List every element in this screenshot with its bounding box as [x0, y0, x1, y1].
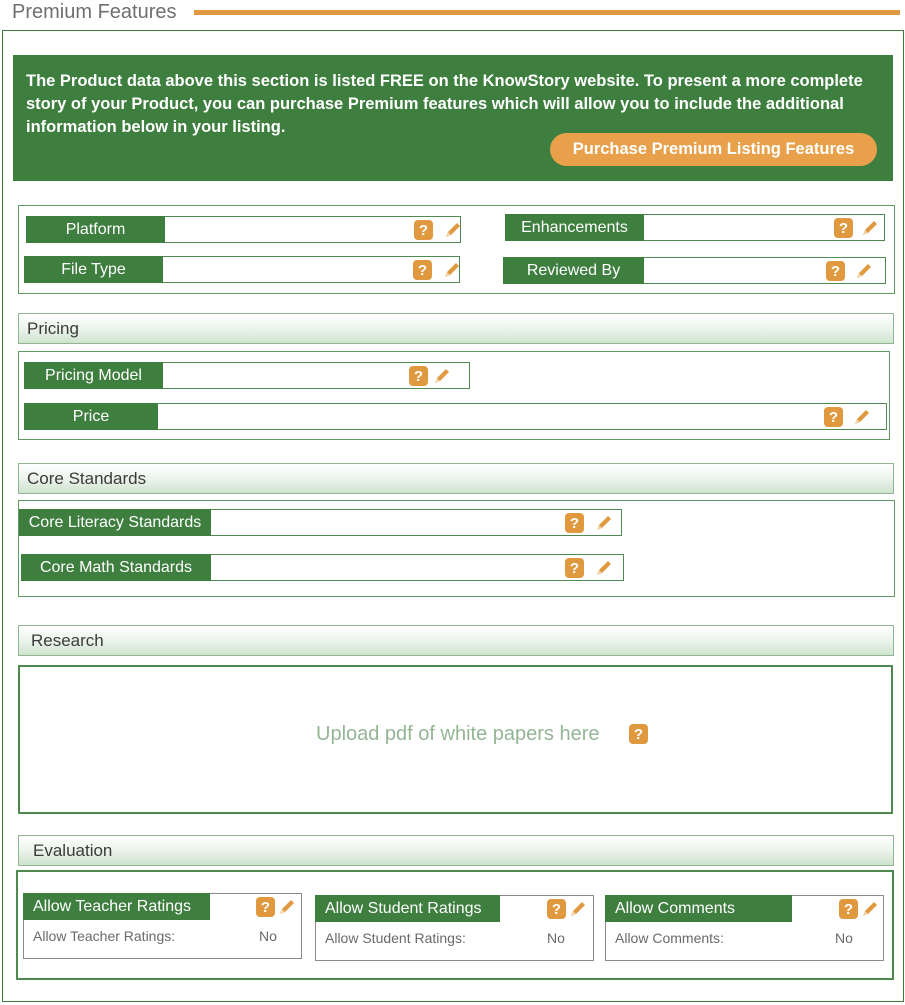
- reviewed-by-label: Reviewed By: [503, 257, 644, 284]
- premium-banner: The Product data above this section is l…: [13, 55, 893, 181]
- question-mark-icon[interactable]: ?: [834, 218, 853, 238]
- question-mark-icon[interactable]: ?: [547, 899, 566, 919]
- allow-teacher-ratings-value: No: [259, 928, 277, 944]
- pencil-icon[interactable]: [860, 218, 880, 238]
- question-mark-icon[interactable]: ?: [839, 899, 858, 919]
- core-math-standards-field[interactable]: Core Math Standards ?: [21, 554, 624, 581]
- allow-student-ratings-card: Allow Student Ratings ? Allow Student Ra…: [315, 895, 594, 961]
- pencil-icon[interactable]: [594, 558, 614, 578]
- banner-text: The Product data above this section is l…: [26, 72, 863, 136]
- core-math-standards-label: Core Math Standards: [21, 554, 211, 581]
- question-mark-icon[interactable]: ?: [413, 260, 432, 280]
- reviewed-by-field[interactable]: Reviewed By ?: [503, 257, 886, 284]
- allow-comments-label: Allow Comments: [605, 895, 792, 922]
- title-rule: [194, 10, 900, 15]
- research-section-header: Research: [18, 625, 894, 656]
- white-papers-upload-area[interactable]: Upload pdf of white papers here ?: [18, 665, 893, 814]
- question-mark-icon[interactable]: ?: [629, 724, 648, 744]
- allow-comments-key: Allow Comments:: [615, 930, 724, 946]
- pencil-icon[interactable]: [568, 899, 588, 919]
- pencil-icon[interactable]: [854, 261, 874, 281]
- question-mark-icon[interactable]: ?: [414, 220, 433, 240]
- pencil-icon[interactable]: [277, 897, 297, 917]
- question-mark-icon[interactable]: ?: [409, 366, 428, 386]
- question-mark-icon[interactable]: ?: [256, 897, 275, 917]
- evaluation-panel: Allow Teacher Ratings ? Allow Teacher Ra…: [16, 870, 894, 980]
- upload-prompt: Upload pdf of white papers here: [316, 723, 600, 745]
- question-mark-icon[interactable]: ?: [565, 558, 584, 578]
- core-literacy-standards-label: Core Literacy Standards: [19, 509, 211, 536]
- core-standards-panel: Core Literacy Standards ? Core Math Stan…: [18, 500, 895, 597]
- platform-label: Platform: [26, 216, 165, 243]
- pencil-icon[interactable]: [852, 407, 872, 427]
- price-label: Price: [24, 403, 158, 430]
- question-mark-icon[interactable]: ?: [826, 261, 845, 281]
- pricing-model-field[interactable]: Pricing Model ?: [24, 362, 470, 389]
- pricing-model-label: Pricing Model: [24, 362, 163, 389]
- pencil-icon[interactable]: [860, 899, 880, 919]
- allow-comments-card: Allow Comments ? Allow Comments: No: [605, 895, 884, 961]
- allow-teacher-ratings-key: Allow Teacher Ratings:: [33, 928, 176, 944]
- allow-student-ratings-value: No: [547, 930, 565, 946]
- evaluation-section-header: Evaluation: [18, 835, 894, 866]
- platform-field[interactable]: Platform ?: [26, 216, 461, 243]
- pricing-panel: Pricing Model ? Price ?: [18, 351, 890, 440]
- question-mark-icon[interactable]: ?: [824, 407, 843, 427]
- file-type-label: File Type: [24, 256, 163, 283]
- core-literacy-standards-field[interactable]: Core Literacy Standards ?: [19, 509, 622, 536]
- allow-teacher-ratings-card: Allow Teacher Ratings ? Allow Teacher Ra…: [23, 893, 302, 959]
- basic-fields-panel: Platform ? Enhancements ? File Type ? Re…: [18, 205, 895, 294]
- enhancements-field[interactable]: Enhancements ?: [505, 214, 885, 241]
- purchase-premium-button[interactable]: Purchase Premium Listing Features: [550, 133, 877, 166]
- allow-comments-value: No: [835, 930, 853, 946]
- page-title: Premium Features: [12, 1, 177, 23]
- core-standards-section-header: Core Standards: [18, 463, 894, 494]
- price-field[interactable]: Price ?: [24, 403, 887, 430]
- enhancements-label: Enhancements: [505, 214, 644, 241]
- pencil-icon[interactable]: [443, 220, 463, 240]
- pencil-icon[interactable]: [432, 366, 452, 386]
- question-mark-icon[interactable]: ?: [565, 513, 584, 533]
- allow-teacher-ratings-label: Allow Teacher Ratings: [23, 893, 210, 920]
- file-type-field[interactable]: File Type ?: [24, 256, 460, 283]
- pencil-icon[interactable]: [442, 260, 462, 280]
- pricing-section-header: Pricing: [18, 313, 894, 344]
- allow-student-ratings-label: Allow Student Ratings: [315, 895, 500, 922]
- pencil-icon[interactable]: [594, 513, 614, 533]
- allow-student-ratings-key: Allow Student Ratings:: [325, 930, 466, 946]
